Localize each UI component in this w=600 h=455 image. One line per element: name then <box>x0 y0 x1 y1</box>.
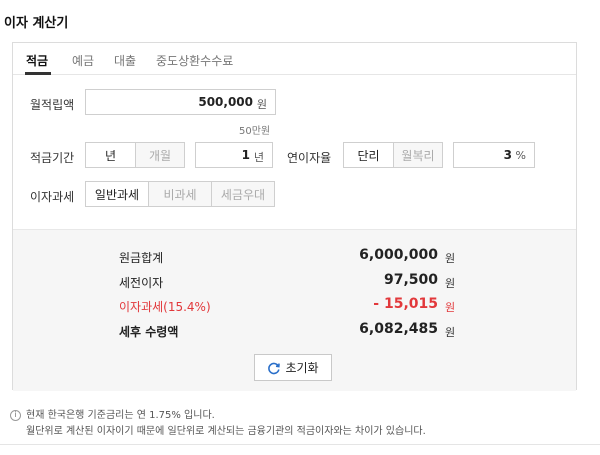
result-row-principal: 원금합계 6,000,000 원 <box>13 247 576 267</box>
tab-prepayment-fee[interactable]: 중도상환수수료 <box>156 52 233 69</box>
interest-rate-input[interactable]: 3 % <box>453 142 535 168</box>
principal-value: 6,000,000 <box>359 247 438 263</box>
refresh-icon <box>268 362 281 374</box>
tax-type-toggle: 일반과세 비과세 세금우대 <box>85 181 275 207</box>
tab-bar: 적금 예금 대출 중도상환수수료 <box>13 43 576 75</box>
period-label: 적금기간 <box>30 151 75 165</box>
period-unit-toggle: 년 개월 <box>85 142 185 168</box>
page-title: 이자 계산기 <box>4 16 69 31</box>
reset-button-label: 초기화 <box>285 361 319 375</box>
divider <box>0 444 600 445</box>
footnote-line-1: i 현재 한국은행 기준금리는 연 1.75% 입니다. <box>10 408 426 424</box>
tab-deposit[interactable]: 예금 <box>72 52 94 69</box>
monthly-amount-value: 500,000 <box>198 95 253 109</box>
result-row-pretax-interest: 세전이자 97,500 원 <box>13 272 576 292</box>
net-amount-label: 세후 수령액 <box>119 325 179 339</box>
net-amount-unit: 원 <box>445 326 456 339</box>
period-unit-month[interactable]: 개월 <box>134 143 184 167</box>
period-input[interactable]: 1 년 <box>195 142 273 168</box>
monthly-amount-hint: 50만원 <box>239 126 271 137</box>
interest-rate-value: 3 <box>503 148 512 162</box>
interest-rate-label: 연이자율 <box>287 151 332 165</box>
period-unit-year[interactable]: 년 <box>86 143 135 167</box>
reset-button[interactable]: 초기화 <box>254 354 332 381</box>
pretax-interest-unit: 원 <box>445 277 456 290</box>
monthly-amount-label: 월적립액 <box>30 98 75 112</box>
interest-rate-unit: % <box>515 149 526 162</box>
tax-type-preferential[interactable]: 세금우대 <box>211 182 274 206</box>
info-icon: i <box>10 409 21 421</box>
result-row-interest-tax: 이자과세(15.4%) - 15,015 원 <box>13 296 576 316</box>
period-value: 1 <box>241 148 250 162</box>
interest-tax-unit: 원 <box>445 301 456 314</box>
tab-savings[interactable]: 적금 <box>26 52 48 69</box>
period-value-unit: 년 <box>253 151 264 164</box>
principal-unit: 원 <box>445 252 456 265</box>
monthly-amount-input[interactable]: 500,000 원 <box>85 89 276 115</box>
tax-type-label: 이자과세 <box>30 190 75 204</box>
monthly-amount-unit: 원 <box>256 98 267 111</box>
footnote-text-1: 현재 한국은행 기준금리는 연 1.75% 입니다. <box>26 410 215 421</box>
footnote: i 현재 한국은행 기준금리는 연 1.75% 입니다. 월단위로 계산된 이자이… <box>10 408 426 440</box>
pretax-interest-value: 97,500 <box>383 272 438 288</box>
result-panel: 원금합계 6,000,000 원 세전이자 97,500 원 이자과세(15.4… <box>13 229 576 391</box>
tax-type-exempt[interactable]: 비과세 <box>148 182 211 206</box>
result-row-net-amount: 세후 수령액 6,082,485 원 <box>13 321 576 341</box>
tax-type-general[interactable]: 일반과세 <box>86 182 148 206</box>
interest-type-simple[interactable]: 단리 <box>344 143 393 167</box>
net-amount-value: 6,082,485 <box>359 321 438 337</box>
footnote-line-2: 월단위로 계산된 이자이기 때문에 일단위로 계산되는 금융기관의 적금이자와는… <box>10 424 426 440</box>
footnote-text-2: 월단위로 계산된 이자이기 때문에 일단위로 계산되는 금융기관의 적금이자와는… <box>26 426 426 437</box>
calculator-card: 적금 예금 대출 중도상환수수료 월적립액 500,000 원 50만원 적금기… <box>12 42 577 391</box>
active-tab-indicator <box>25 72 51 75</box>
tab-loan[interactable]: 대출 <box>114 52 136 69</box>
interest-type-toggle: 단리 월복리 <box>343 142 443 168</box>
interest-tax-label: 이자과세(15.4%) <box>119 300 211 314</box>
interest-tax-value: - 15,015 <box>373 296 438 312</box>
principal-label: 원금합계 <box>119 251 164 265</box>
interest-type-monthly-compound[interactable]: 월복리 <box>392 143 442 167</box>
pretax-interest-label: 세전이자 <box>119 276 164 290</box>
